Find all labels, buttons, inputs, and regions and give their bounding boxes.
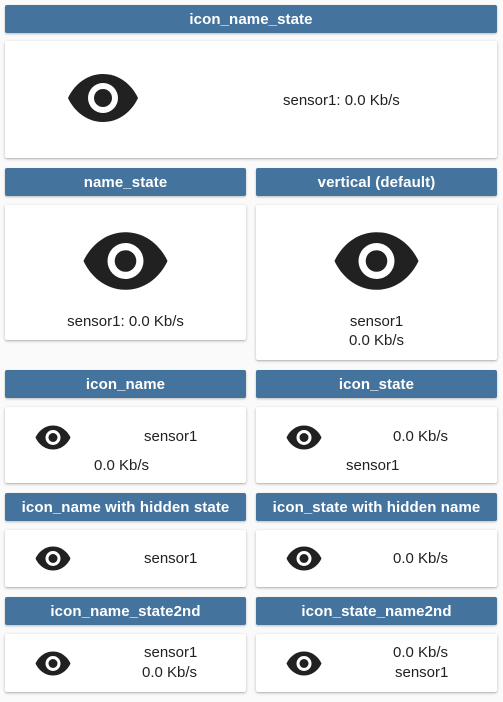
name-state-label: sensor1: 0.0 Kb/s <box>67 313 184 330</box>
card-header-icon-name-hidden-state: icon_name with hidden state <box>5 493 246 521</box>
state-label: 0.0 Kb/s <box>94 457 150 474</box>
state-label: 0.0 Kb/s <box>393 644 449 661</box>
card-header-icon-name-state2nd: icon_name_state2nd <box>5 597 246 625</box>
eye-icon <box>81 231 170 291</box>
eye-icon <box>35 425 71 450</box>
eye-icon <box>286 546 322 571</box>
card-header-icon-state-name2nd: icon_state_name2nd <box>256 597 497 625</box>
eye-icon <box>35 546 71 571</box>
name-label: sensor1 <box>346 457 400 474</box>
eye-icon <box>35 651 71 676</box>
card-header-icon-state-hidden-name: icon_state with hidden name <box>256 493 497 521</box>
card-header-name-state: name_state <box>5 168 246 196</box>
card-header-icon-state: icon_state <box>256 370 497 398</box>
button-card-icon-name[interactable]: sensor1 0.0 Kb/s <box>5 407 246 483</box>
eye-icon <box>67 73 139 123</box>
eye-icon <box>286 425 322 450</box>
state-label: 0.0 Kb/s <box>142 664 198 681</box>
name-label: sensor1 <box>349 313 404 330</box>
eye-icon <box>332 231 421 291</box>
name-label: sensor1 <box>144 644 198 661</box>
button-card-icon-state-name2nd[interactable]: 0.0 Kb/s sensor1 <box>256 634 497 692</box>
button-card-icon-state[interactable]: 0.0 Kb/s sensor1 <box>256 407 497 483</box>
button-card-icon-name-hidden-state[interactable]: sensor1 <box>5 530 246 587</box>
state-label: 0.0 Kb/s <box>393 550 449 567</box>
name-state-label: sensor1: 0.0 Kb/s <box>283 92 400 109</box>
name-label: sensor1 <box>144 428 198 445</box>
card-header-icon-name-state: icon_name_state <box>5 5 497 33</box>
name-label: sensor1 <box>395 664 449 681</box>
card-header-icon-name: icon_name <box>5 370 246 398</box>
state-label: 0.0 Kb/s <box>348 332 405 349</box>
card-header-vertical-default: vertical (default) <box>256 168 497 196</box>
button-card-vertical-default[interactable]: sensor1 0.0 Kb/s <box>256 205 497 360</box>
name-label: sensor1 <box>144 550 198 567</box>
button-card-icon-name-state[interactable]: sensor1: 0.0 Kb/s <box>5 41 497 158</box>
button-card-icon-state-hidden-name[interactable]: 0.0 Kb/s <box>256 530 497 587</box>
eye-icon <box>286 651 322 676</box>
button-card-name-state[interactable]: sensor1: 0.0 Kb/s <box>5 205 246 340</box>
button-card-icon-name-state2nd[interactable]: sensor1 0.0 Kb/s <box>5 634 246 692</box>
state-label: 0.0 Kb/s <box>393 428 449 445</box>
